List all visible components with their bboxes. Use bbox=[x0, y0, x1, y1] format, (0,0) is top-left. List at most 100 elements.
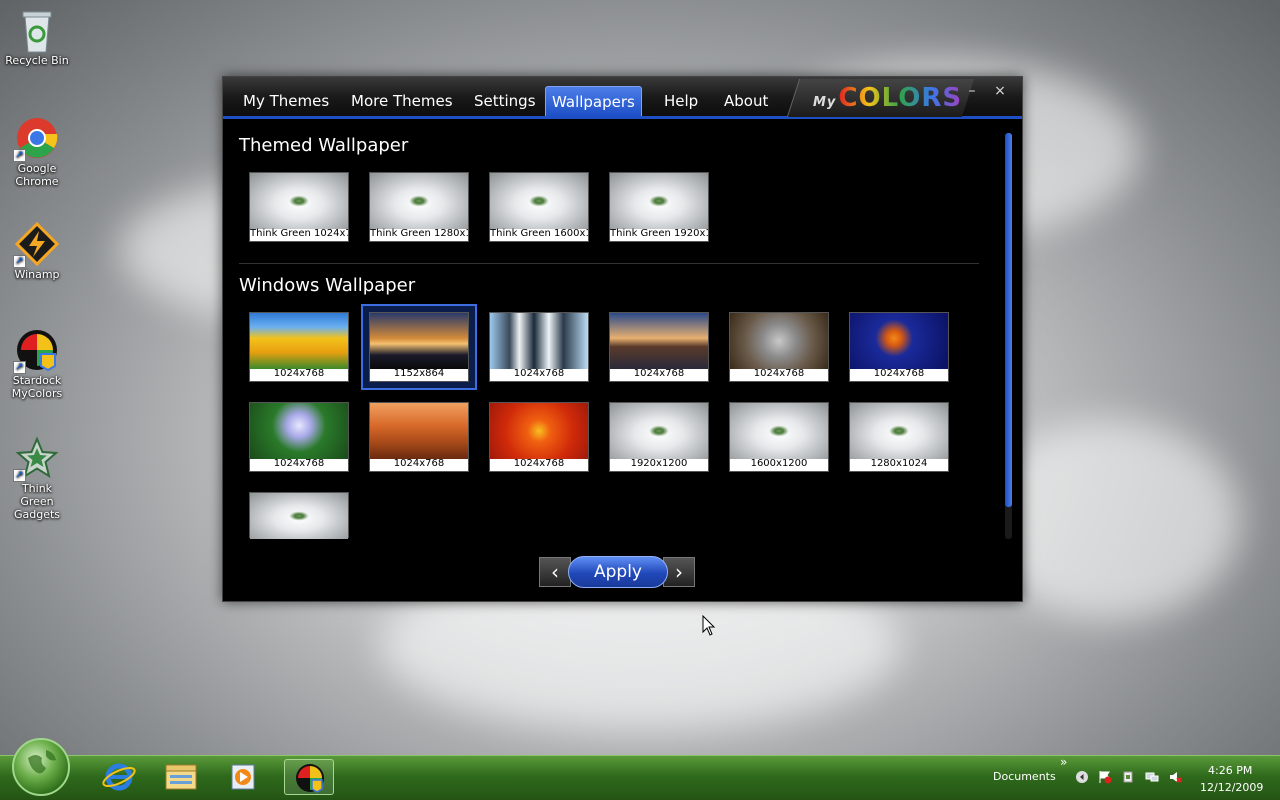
tab-wallpapers[interactable]: Wallpapers bbox=[545, 86, 642, 116]
windows-wallpaper-thumbnail[interactable]: 1024x768 bbox=[369, 402, 469, 472]
media-player-icon bbox=[231, 764, 255, 790]
tab-more-themes[interactable]: More Themes bbox=[345, 86, 459, 116]
windows-wallpaper-thumbnail[interactable]: 1024x768 bbox=[489, 402, 589, 472]
mycolors-logo: MyCOLORS bbox=[813, 83, 962, 113]
wallpaper-preview-image bbox=[250, 313, 348, 369]
window-titlebar: My Themes More Themes Settings Wallpaper… bbox=[223, 77, 1022, 119]
minimize-button[interactable]: – bbox=[963, 83, 981, 99]
taskbar-windows-explorer[interactable] bbox=[156, 759, 206, 795]
windows-wallpaper-thumbnail[interactable]: 1024x768 bbox=[249, 402, 349, 472]
apply-button[interactable]: Apply bbox=[568, 556, 668, 588]
close-button[interactable]: × bbox=[991, 83, 1009, 99]
previous-button[interactable]: ‹ bbox=[539, 557, 571, 587]
wallpaper-preview-image bbox=[250, 403, 348, 459]
wallpaper-preview-image bbox=[370, 173, 468, 229]
desktop-icon-recycle-bin[interactable]: Recycle Bin bbox=[4, 8, 70, 67]
wallpaper-caption: Think Green 1280x1 bbox=[370, 228, 468, 239]
desktop-icon-stardock-mycolors[interactable]: ↗ Stardock MyColors bbox=[4, 328, 70, 400]
desktop-icon-label: Stardock MyColors bbox=[11, 374, 63, 400]
wallpaper-caption: 1152x864 bbox=[393, 368, 445, 379]
documents-toolbar[interactable]: Documents bbox=[993, 770, 1056, 783]
mouse-cursor-icon bbox=[702, 615, 716, 636]
wallpaper-preview-image bbox=[610, 403, 708, 459]
shortcut-arrow-icon: ↗ bbox=[13, 149, 26, 162]
wallpaper-preview-image bbox=[250, 173, 348, 229]
chevron-left-icon: ‹ bbox=[551, 560, 559, 584]
toolbar-chevron-icon[interactable]: » bbox=[1060, 755, 1067, 769]
themed-wallpaper-thumbnail[interactable]: Think Green 1600x1 bbox=[489, 172, 589, 242]
wallpaper-caption: 1024x768 bbox=[513, 458, 565, 469]
action-center-flag-icon[interactable] bbox=[1098, 770, 1112, 784]
mycolors-icon bbox=[296, 764, 324, 793]
logo-text: COLORS bbox=[838, 83, 963, 113]
globe-icon bbox=[28, 750, 56, 774]
wallpaper-preview-image bbox=[850, 403, 948, 459]
wallpaper-caption: 1024x768 bbox=[273, 458, 325, 469]
wallpaper-caption: 1024x768 bbox=[393, 458, 445, 469]
windows-wallpaper-thumbnail[interactable]: 1920x1200 bbox=[609, 402, 709, 472]
windows-wallpaper-thumbnail[interactable] bbox=[249, 492, 349, 539]
desktop-icon-label: Google Chrome bbox=[15, 162, 59, 188]
start-button[interactable] bbox=[12, 738, 70, 796]
themed-wallpaper-thumbnail[interactable]: Think Green 1024x7 bbox=[249, 172, 349, 242]
wallpaper-caption: 1600x1200 bbox=[750, 458, 808, 469]
shortcut-arrow-icon: ↗ bbox=[13, 361, 26, 374]
chevron-right-icon: › bbox=[675, 560, 683, 584]
themed-wallpaper-thumbnail[interactable]: Think Green 1920x1 bbox=[609, 172, 709, 242]
volume-muted-icon[interactable] bbox=[1168, 770, 1182, 784]
wallpaper-preview-image bbox=[610, 173, 708, 229]
wallpaper-preview-image bbox=[490, 173, 588, 229]
chrome-icon: ↗ bbox=[13, 116, 59, 162]
wallpaper-preview-image bbox=[730, 403, 828, 459]
windows-wallpaper-thumbnail[interactable]: 1024x768 bbox=[849, 312, 949, 382]
themed-wallpaper-title: Themed Wallpaper bbox=[239, 135, 409, 156]
tab-about[interactable]: About bbox=[718, 86, 774, 116]
mycolors-window: My Themes More Themes Settings Wallpaper… bbox=[222, 76, 1023, 602]
wallpaper-caption: 1024x768 bbox=[753, 368, 805, 379]
clock-time[interactable]: 4:26 PM bbox=[1208, 764, 1252, 777]
taskbar-media-player[interactable] bbox=[218, 759, 268, 795]
windows-wallpaper-thumbnail[interactable]: 1152x864 bbox=[361, 304, 477, 390]
wallpaper-caption: 1024x768 bbox=[513, 368, 565, 379]
windows-wallpaper-thumbnail[interactable]: 1024x768 bbox=[609, 312, 709, 382]
wallpaper-preview-image bbox=[250, 493, 348, 539]
logo-prefix: My bbox=[813, 95, 837, 110]
tab-settings[interactable]: Settings bbox=[468, 86, 542, 116]
windows-wallpaper-thumbnail[interactable]: 1600x1200 bbox=[729, 402, 829, 472]
taskbar-mycolors[interactable] bbox=[284, 759, 334, 795]
wallpaper-caption: Think Green 1024x7 bbox=[250, 228, 348, 239]
tab-my-themes[interactable]: My Themes bbox=[237, 86, 335, 116]
scrollbar-thumb[interactable] bbox=[1005, 133, 1012, 507]
network-icon[interactable] bbox=[1145, 770, 1159, 784]
folder-icon bbox=[165, 764, 197, 790]
wallpaper-preview-image bbox=[370, 313, 468, 369]
desktop-icon-google-chrome[interactable]: ↗ Google Chrome bbox=[4, 116, 70, 188]
desktop-icon-label: Think Green Gadgets bbox=[13, 482, 61, 521]
desktop-icon-winamp[interactable]: ↗ Winamp bbox=[4, 221, 70, 281]
wallpaper-caption: Think Green 1600x1 bbox=[490, 228, 588, 239]
wallpaper-caption: 1920x1200 bbox=[630, 458, 688, 469]
windows-wallpaper-thumbnail[interactable]: 1024x768 bbox=[249, 312, 349, 382]
taskbar-internet-explorer[interactable] bbox=[94, 759, 144, 795]
mycolors-icon: ↗ bbox=[13, 328, 59, 374]
shortcut-arrow-icon: ↗ bbox=[13, 469, 26, 482]
show-hidden-icons-icon[interactable] bbox=[1075, 770, 1089, 784]
wallpaper-preview-image bbox=[730, 313, 828, 369]
wallpaper-preview-image bbox=[370, 403, 468, 459]
wallpaper-caption: Think Green 1920x1 bbox=[610, 228, 708, 239]
vertical-scrollbar[interactable] bbox=[1005, 133, 1012, 539]
clock-date[interactable]: 12/12/2009 bbox=[1200, 781, 1263, 794]
wallpaper-caption: 1280x1024 bbox=[870, 458, 928, 469]
tab-help[interactable]: Help bbox=[658, 86, 704, 116]
winamp-icon: ↗ bbox=[13, 221, 60, 268]
safely-remove-hardware-icon[interactable] bbox=[1121, 770, 1135, 784]
windows-wallpaper-thumbnail[interactable]: 1024x768 bbox=[729, 312, 829, 382]
windows-wallpaper-thumbnail[interactable]: 1280x1024 bbox=[849, 402, 949, 472]
wallpaper-preview-image bbox=[610, 313, 708, 369]
windows-wallpaper-thumbnail[interactable]: 1024x768 bbox=[489, 312, 589, 382]
wallpaper-preview-image bbox=[850, 313, 948, 369]
wallpaper-preview-image bbox=[490, 313, 588, 369]
shortcut-arrow-icon: ↗ bbox=[13, 255, 26, 268]
themed-wallpaper-thumbnail[interactable]: Think Green 1280x1 bbox=[369, 172, 469, 242]
desktop-icon-think-green-gadgets[interactable]: ↗ Think Green Gadgets bbox=[4, 436, 70, 521]
